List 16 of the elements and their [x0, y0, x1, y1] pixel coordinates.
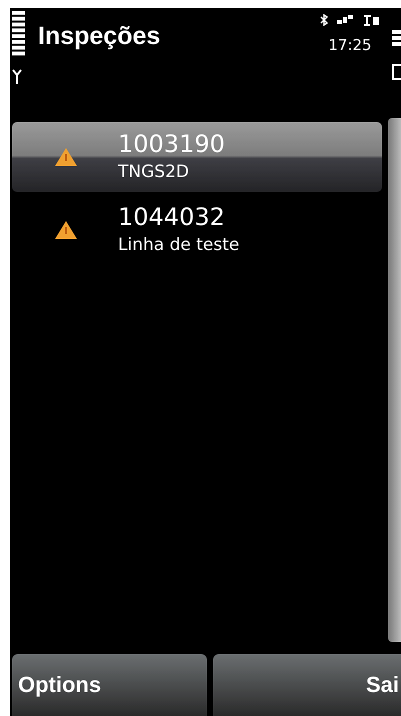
list-item[interactable]: 1044032 Linha de teste	[12, 195, 382, 265]
item-number: 1044032	[118, 202, 226, 232]
item-number: 1003190	[118, 129, 225, 159]
clock-time: 17:25	[328, 36, 372, 54]
bluetooth-icon	[320, 14, 328, 26]
item-label: Linha de teste	[118, 234, 240, 257]
signal-strength-icon	[12, 11, 25, 57]
warning-icon	[54, 220, 78, 240]
storage-icon	[392, 64, 401, 80]
screen-title: Inspeções	[38, 22, 162, 52]
item-label: TNGS2D	[118, 161, 190, 184]
antenna-icon	[12, 69, 22, 85]
warning-icon	[54, 147, 78, 167]
softkey-button[interactable]: Options	[12, 654, 207, 716]
list-item[interactable]: 1003190 TNGS2D	[12, 122, 382, 192]
softkey-button[interactable]: Sai	[213, 654, 401, 716]
